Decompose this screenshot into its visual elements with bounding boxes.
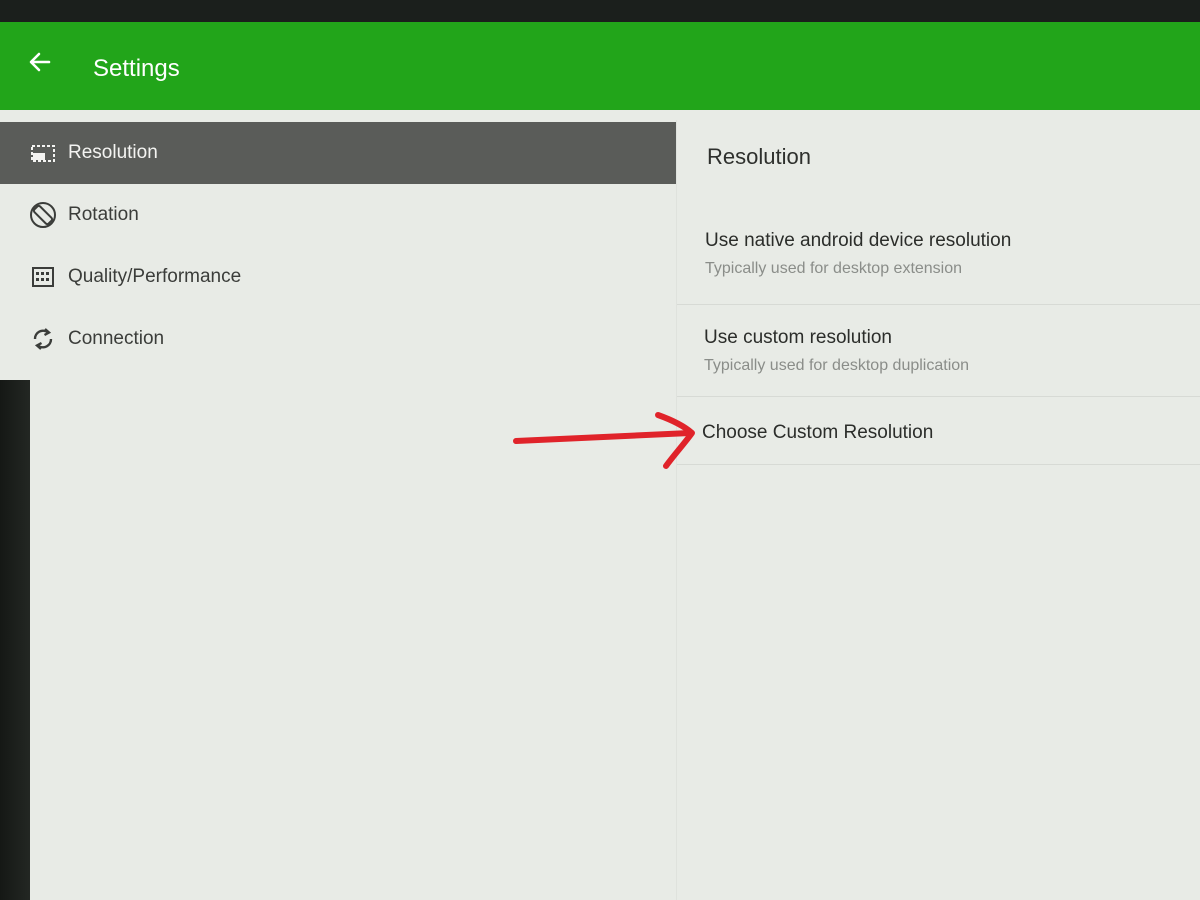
sidebar-item-rotation[interactable]: Rotation xyxy=(0,184,676,246)
option-choose-custom-resolution[interactable]: Choose Custom Resolution xyxy=(677,420,1200,446)
sidebar-item-label: Resolution xyxy=(68,142,158,163)
screen: Settings Resolution Rotation Quality/Per… xyxy=(0,22,1200,900)
quality-icon xyxy=(28,262,58,292)
option-summary: Typically used for desktop duplication xyxy=(704,357,970,374)
resolution-icon xyxy=(28,138,58,168)
option-title: Use native android device resolution xyxy=(705,230,1012,251)
page-title: Settings xyxy=(93,55,180,82)
option-title: Use custom resolution xyxy=(704,327,892,348)
option-title: Choose Custom Resolution xyxy=(702,422,934,443)
app-bar: Settings xyxy=(0,22,1200,110)
sidebar-item-quality-performance[interactable]: Quality/Performance xyxy=(0,246,676,308)
sidebar-item-resolution[interactable]: Resolution xyxy=(0,122,676,184)
device-bezel xyxy=(0,380,30,900)
sidebar-item-label: Quality/Performance xyxy=(68,266,242,287)
option-summary: Typically used for desktop extension xyxy=(705,260,963,277)
divider xyxy=(677,396,1200,397)
sidebar-item-label: Connection xyxy=(68,328,165,349)
option-native-resolution[interactable]: Use native android device resolution Typ… xyxy=(677,228,1200,280)
sync-icon xyxy=(28,324,58,354)
divider xyxy=(677,304,1200,305)
sidebar-item-label: Rotation xyxy=(68,204,139,225)
option-custom-resolution[interactable]: Use custom resolution Typically used for… xyxy=(677,325,1200,377)
arrow-left-icon[interactable] xyxy=(22,48,58,84)
divider xyxy=(677,464,1200,465)
rotation-icon xyxy=(28,200,58,230)
panel-header: Resolution xyxy=(707,144,811,169)
sidebar-item-connection[interactable]: Connection xyxy=(0,308,676,370)
